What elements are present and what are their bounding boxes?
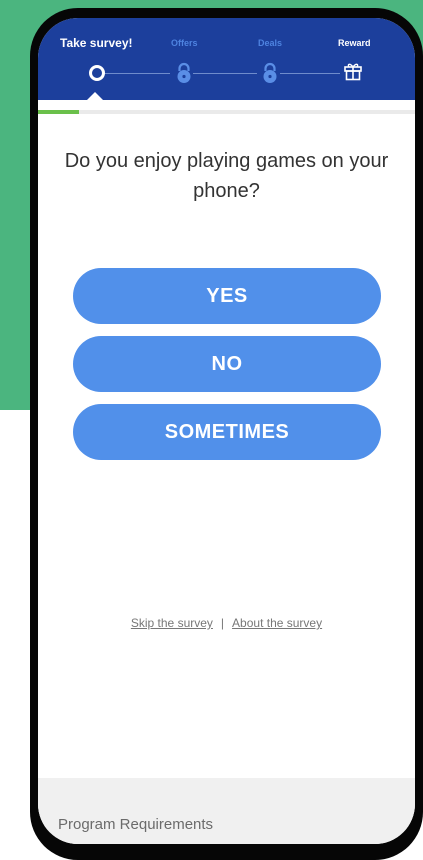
skip-survey-link[interactable]: Skip the survey <box>131 616 213 630</box>
about-survey-link[interactable]: About the survey <box>232 616 322 630</box>
step-connector <box>193 73 257 74</box>
step-label-deals: Deals <box>258 38 283 48</box>
active-step-pointer <box>87 92 103 100</box>
step-label-reward: Reward <box>338 38 371 48</box>
phone-frame: Take survey! Offers Deals Reward Do you … <box>30 8 423 860</box>
step-label-take-survey: Take survey! <box>60 36 133 50</box>
answer-yes-button[interactable]: YES <box>73 268 381 324</box>
step-connector <box>280 73 340 74</box>
survey-progress-fill <box>38 110 80 114</box>
program-requirements-title: Program Requirements <box>58 816 214 833</box>
gift-icon <box>344 63 362 81</box>
step-connector <box>102 73 170 74</box>
program-requirements-section[interactable]: Program Requirements <box>38 778 415 844</box>
survey-steps-header: Take survey! Offers Deals Reward <box>38 18 415 100</box>
answer-no-button[interactable]: NO <box>73 336 381 392</box>
phone-screen: Take survey! Offers Deals Reward Do you … <box>38 18 415 844</box>
survey-progress-bar <box>38 110 415 114</box>
survey-question: Do you enjoy playing games on your phone… <box>64 150 389 202</box>
answer-sometimes-button[interactable]: SOMETIMES <box>73 404 381 460</box>
lock-icon <box>263 62 277 83</box>
lock-icon <box>177 62 191 83</box>
survey-links: Skip the survey | About the survey <box>38 616 415 630</box>
step-label-offers: Offers <box>171 38 198 48</box>
current-step-circle-icon <box>89 65 105 81</box>
link-separator: | <box>220 616 225 630</box>
